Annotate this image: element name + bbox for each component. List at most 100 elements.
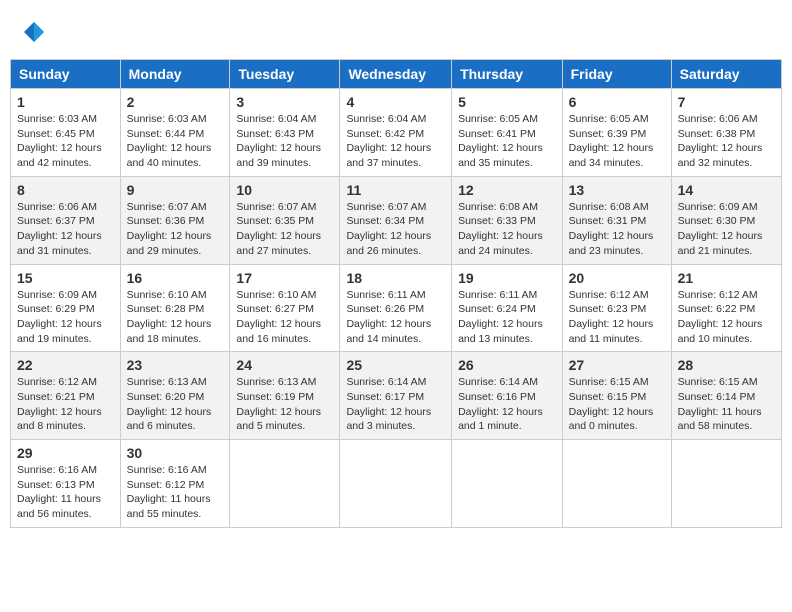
day-info: Sunrise: 6:04 AM Sunset: 6:43 PM Dayligh… (236, 112, 333, 171)
calendar-cell: 24 Sunrise: 6:13 AM Sunset: 6:19 PM Dayl… (230, 352, 340, 440)
calendar-week-row: 29 Sunrise: 6:16 AM Sunset: 6:13 PM Dayl… (11, 440, 782, 528)
calendar-cell: 10 Sunrise: 6:07 AM Sunset: 6:35 PM Dayl… (230, 176, 340, 264)
calendar-cell: 5 Sunrise: 6:05 AM Sunset: 6:41 PM Dayli… (452, 89, 563, 177)
day-number: 24 (236, 357, 333, 373)
day-number: 9 (127, 182, 224, 198)
weekday-header-friday: Friday (562, 60, 671, 89)
calendar-cell: 7 Sunrise: 6:06 AM Sunset: 6:38 PM Dayli… (671, 89, 781, 177)
day-info: Sunrise: 6:09 AM Sunset: 6:30 PM Dayligh… (678, 200, 775, 259)
calendar-cell: 9 Sunrise: 6:07 AM Sunset: 6:36 PM Dayli… (120, 176, 230, 264)
calendar-week-row: 1 Sunrise: 6:03 AM Sunset: 6:45 PM Dayli… (11, 89, 782, 177)
day-info: Sunrise: 6:06 AM Sunset: 6:37 PM Dayligh… (17, 200, 114, 259)
day-info: Sunrise: 6:13 AM Sunset: 6:19 PM Dayligh… (236, 375, 333, 434)
weekday-header-thursday: Thursday (452, 60, 563, 89)
calendar-cell: 4 Sunrise: 6:04 AM Sunset: 6:42 PM Dayli… (340, 89, 452, 177)
calendar-cell: 15 Sunrise: 6:09 AM Sunset: 6:29 PM Dayl… (11, 264, 121, 352)
day-number: 28 (678, 357, 775, 373)
day-number: 15 (17, 270, 114, 286)
calendar-cell: 28 Sunrise: 6:15 AM Sunset: 6:14 PM Dayl… (671, 352, 781, 440)
day-info: Sunrise: 6:03 AM Sunset: 6:44 PM Dayligh… (127, 112, 224, 171)
calendar-week-row: 8 Sunrise: 6:06 AM Sunset: 6:37 PM Dayli… (11, 176, 782, 264)
day-number: 19 (458, 270, 556, 286)
day-number: 25 (346, 357, 445, 373)
day-info: Sunrise: 6:06 AM Sunset: 6:38 PM Dayligh… (678, 112, 775, 171)
calendar-cell: 6 Sunrise: 6:05 AM Sunset: 6:39 PM Dayli… (562, 89, 671, 177)
day-number: 13 (569, 182, 665, 198)
calendar-week-row: 15 Sunrise: 6:09 AM Sunset: 6:29 PM Dayl… (11, 264, 782, 352)
calendar-cell: 12 Sunrise: 6:08 AM Sunset: 6:33 PM Dayl… (452, 176, 563, 264)
day-info: Sunrise: 6:10 AM Sunset: 6:28 PM Dayligh… (127, 288, 224, 347)
calendar-cell: 25 Sunrise: 6:14 AM Sunset: 6:17 PM Dayl… (340, 352, 452, 440)
day-number: 3 (236, 94, 333, 110)
weekday-header-tuesday: Tuesday (230, 60, 340, 89)
calendar-cell: 3 Sunrise: 6:04 AM Sunset: 6:43 PM Dayli… (230, 89, 340, 177)
calendar-cell: 23 Sunrise: 6:13 AM Sunset: 6:20 PM Dayl… (120, 352, 230, 440)
day-info: Sunrise: 6:11 AM Sunset: 6:26 PM Dayligh… (346, 288, 445, 347)
day-info: Sunrise: 6:12 AM Sunset: 6:21 PM Dayligh… (17, 375, 114, 434)
day-number: 7 (678, 94, 775, 110)
day-number: 6 (569, 94, 665, 110)
day-number: 16 (127, 270, 224, 286)
day-number: 20 (569, 270, 665, 286)
calendar-cell: 1 Sunrise: 6:03 AM Sunset: 6:45 PM Dayli… (11, 89, 121, 177)
day-number: 17 (236, 270, 333, 286)
day-info: Sunrise: 6:16 AM Sunset: 6:13 PM Dayligh… (17, 463, 114, 522)
calendar-header-row: SundayMondayTuesdayWednesdayThursdayFrid… (11, 60, 782, 89)
day-info: Sunrise: 6:09 AM Sunset: 6:29 PM Dayligh… (17, 288, 114, 347)
day-number: 26 (458, 357, 556, 373)
day-number: 4 (346, 94, 445, 110)
day-info: Sunrise: 6:07 AM Sunset: 6:36 PM Dayligh… (127, 200, 224, 259)
day-number: 10 (236, 182, 333, 198)
day-number: 27 (569, 357, 665, 373)
day-number: 2 (127, 94, 224, 110)
calendar-cell: 14 Sunrise: 6:09 AM Sunset: 6:30 PM Dayl… (671, 176, 781, 264)
calendar-cell: 27 Sunrise: 6:15 AM Sunset: 6:15 PM Dayl… (562, 352, 671, 440)
day-info: Sunrise: 6:03 AM Sunset: 6:45 PM Dayligh… (17, 112, 114, 171)
day-number: 11 (346, 182, 445, 198)
weekday-header-sunday: Sunday (11, 60, 121, 89)
calendar-cell: 30 Sunrise: 6:16 AM Sunset: 6:12 PM Dayl… (120, 440, 230, 528)
calendar-cell: 19 Sunrise: 6:11 AM Sunset: 6:24 PM Dayl… (452, 264, 563, 352)
day-info: Sunrise: 6:11 AM Sunset: 6:24 PM Dayligh… (458, 288, 556, 347)
calendar-cell: 8 Sunrise: 6:06 AM Sunset: 6:37 PM Dayli… (11, 176, 121, 264)
calendar-cell (452, 440, 563, 528)
day-number: 5 (458, 94, 556, 110)
weekday-header-monday: Monday (120, 60, 230, 89)
day-info: Sunrise: 6:05 AM Sunset: 6:41 PM Dayligh… (458, 112, 556, 171)
calendar-cell: 21 Sunrise: 6:12 AM Sunset: 6:22 PM Dayl… (671, 264, 781, 352)
day-info: Sunrise: 6:16 AM Sunset: 6:12 PM Dayligh… (127, 463, 224, 522)
day-info: Sunrise: 6:08 AM Sunset: 6:33 PM Dayligh… (458, 200, 556, 259)
calendar-cell (562, 440, 671, 528)
calendar-cell: 26 Sunrise: 6:14 AM Sunset: 6:16 PM Dayl… (452, 352, 563, 440)
calendar-cell: 29 Sunrise: 6:16 AM Sunset: 6:13 PM Dayl… (11, 440, 121, 528)
day-number: 22 (17, 357, 114, 373)
day-number: 21 (678, 270, 775, 286)
day-info: Sunrise: 6:12 AM Sunset: 6:22 PM Dayligh… (678, 288, 775, 347)
calendar-week-row: 22 Sunrise: 6:12 AM Sunset: 6:21 PM Dayl… (11, 352, 782, 440)
day-info: Sunrise: 6:10 AM Sunset: 6:27 PM Dayligh… (236, 288, 333, 347)
calendar-cell: 13 Sunrise: 6:08 AM Sunset: 6:31 PM Dayl… (562, 176, 671, 264)
day-info: Sunrise: 6:07 AM Sunset: 6:34 PM Dayligh… (346, 200, 445, 259)
calendar-table: SundayMondayTuesdayWednesdayThursdayFrid… (10, 59, 782, 528)
logo (20, 20, 46, 49)
weekday-header-wednesday: Wednesday (340, 60, 452, 89)
day-info: Sunrise: 6:14 AM Sunset: 6:16 PM Dayligh… (458, 375, 556, 434)
calendar-cell: 11 Sunrise: 6:07 AM Sunset: 6:34 PM Dayl… (340, 176, 452, 264)
day-info: Sunrise: 6:15 AM Sunset: 6:15 PM Dayligh… (569, 375, 665, 434)
day-number: 30 (127, 445, 224, 461)
day-info: Sunrise: 6:14 AM Sunset: 6:17 PM Dayligh… (346, 375, 445, 434)
logo-icon (22, 20, 46, 44)
day-number: 14 (678, 182, 775, 198)
day-info: Sunrise: 6:05 AM Sunset: 6:39 PM Dayligh… (569, 112, 665, 171)
calendar-cell: 18 Sunrise: 6:11 AM Sunset: 6:26 PM Dayl… (340, 264, 452, 352)
calendar-cell (340, 440, 452, 528)
calendar-cell (671, 440, 781, 528)
day-info: Sunrise: 6:15 AM Sunset: 6:14 PM Dayligh… (678, 375, 775, 434)
day-info: Sunrise: 6:12 AM Sunset: 6:23 PM Dayligh… (569, 288, 665, 347)
calendar-cell: 22 Sunrise: 6:12 AM Sunset: 6:21 PM Dayl… (11, 352, 121, 440)
day-info: Sunrise: 6:04 AM Sunset: 6:42 PM Dayligh… (346, 112, 445, 171)
calendar-cell: 16 Sunrise: 6:10 AM Sunset: 6:28 PM Dayl… (120, 264, 230, 352)
calendar-cell (230, 440, 340, 528)
day-info: Sunrise: 6:13 AM Sunset: 6:20 PM Dayligh… (127, 375, 224, 434)
page-header (10, 10, 782, 54)
